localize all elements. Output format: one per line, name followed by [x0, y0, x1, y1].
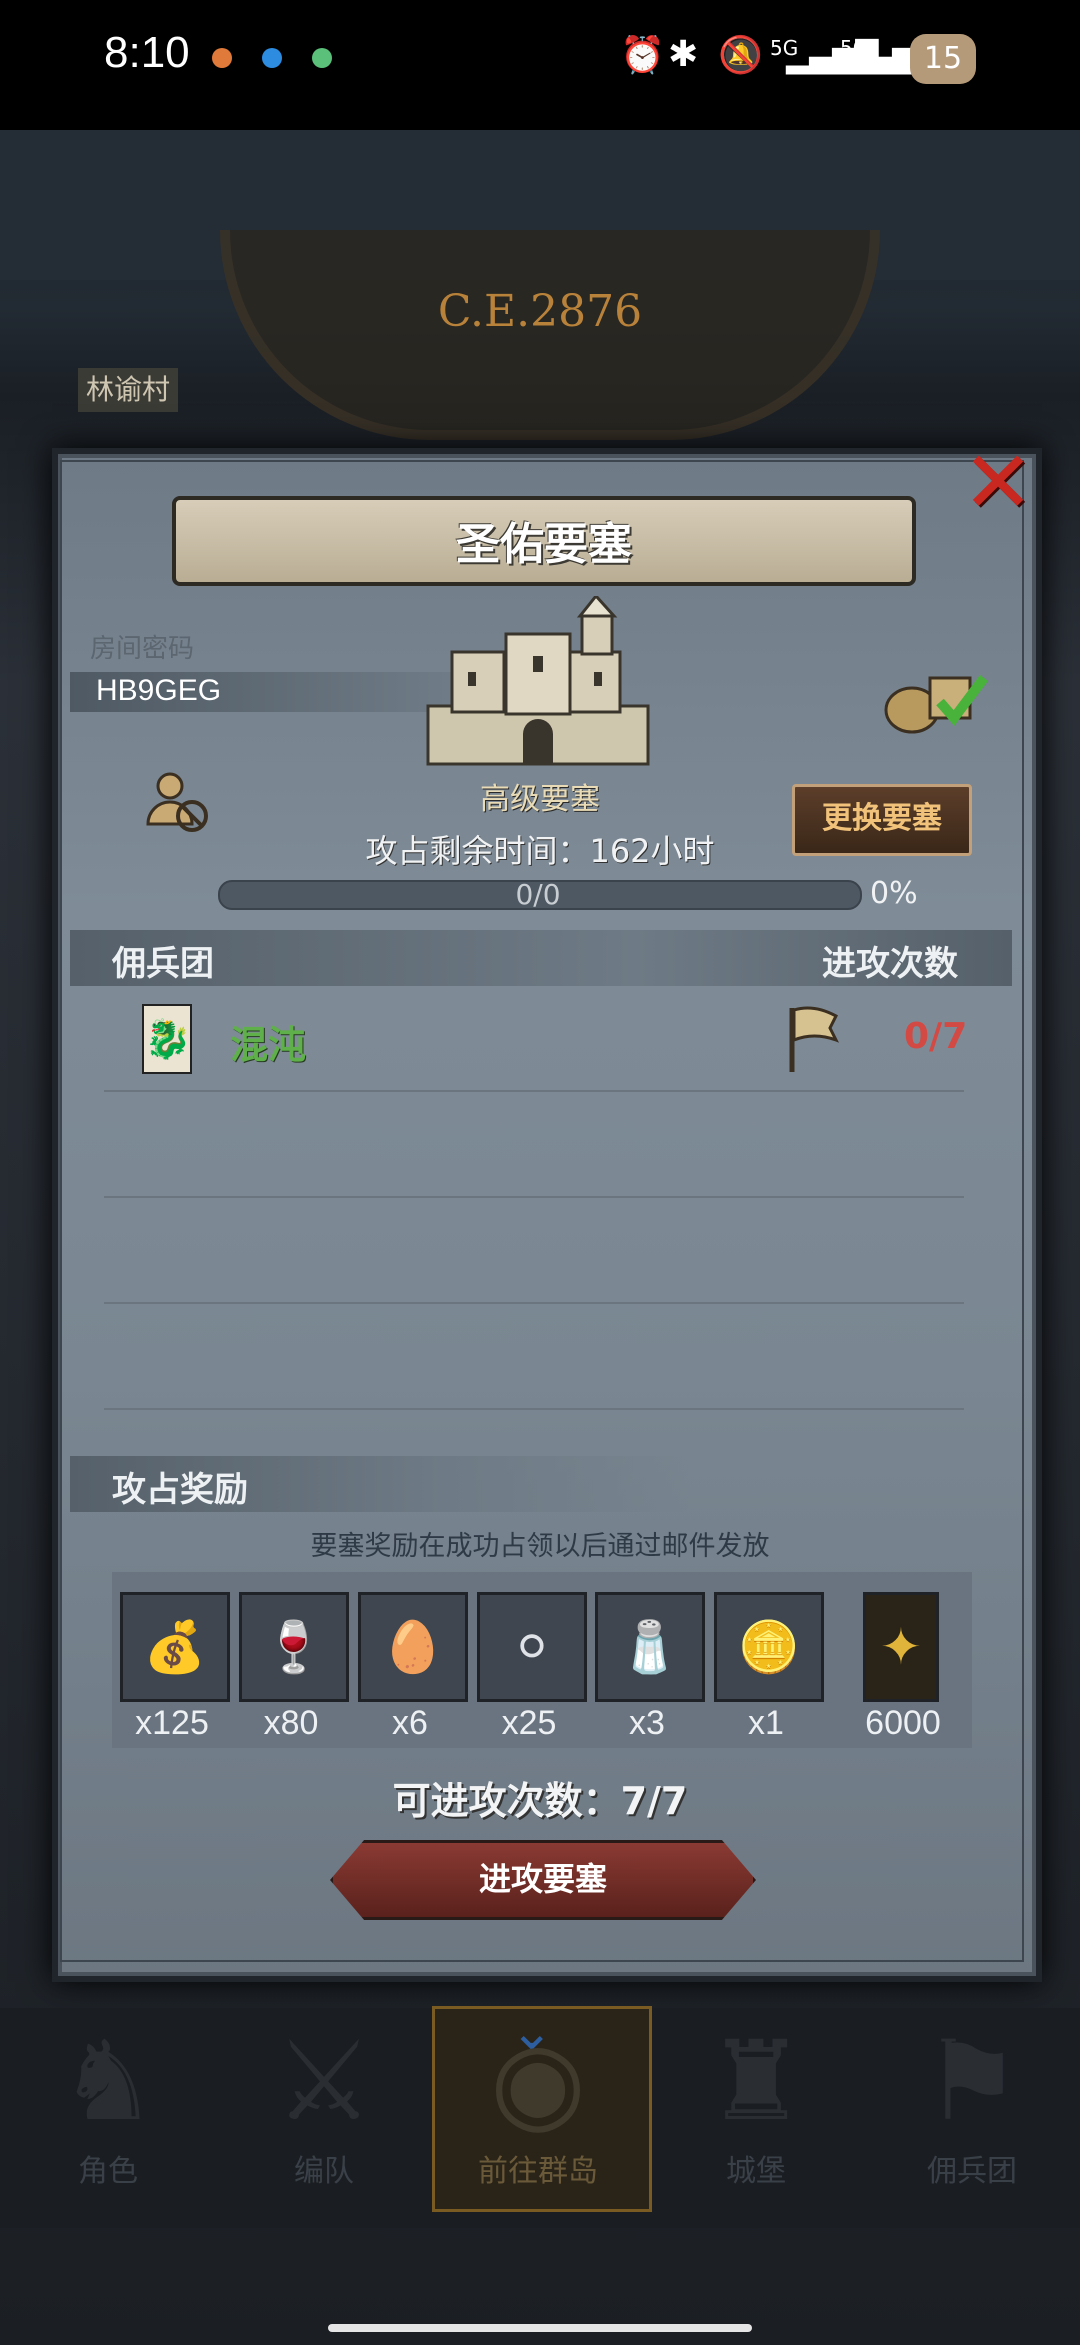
dialog-title: 圣佑要塞 — [456, 519, 632, 570]
stone-icon[interactable]: 🥚 — [358, 1592, 468, 1702]
progress-text: 0/0 — [515, 878, 561, 911]
guild-attack-count: 0/7 — [904, 1016, 968, 1057]
silver-orb-icon[interactable]: ⚪ — [477, 1592, 587, 1702]
row-divider — [104, 1302, 964, 1304]
notification-icon — [312, 48, 332, 68]
nav-label: 前往群岛 — [478, 2154, 598, 2189]
reward-quantity: x3 — [629, 1704, 665, 1742]
goblet-icon[interactable]: 🍷 — [239, 1592, 349, 1702]
attacks-remaining: 可进攻次数：7/7 — [392, 1779, 688, 1823]
village-label: 林谕村 — [78, 368, 178, 412]
castle-icon — [426, 596, 650, 766]
nav-label: 角色 — [78, 2154, 138, 2189]
row-divider — [104, 1196, 964, 1198]
rewards-title: 攻占奖励 — [112, 1470, 248, 1510]
nav-label: 佣兵团 — [927, 2154, 1017, 2189]
sack-icon[interactable]: 💰 — [120, 1592, 230, 1702]
battery-indicator: 15 — [910, 34, 976, 84]
change-fortress-button[interactable]: 更换要塞 — [792, 784, 972, 856]
mute-icon: 🔕 — [718, 35, 763, 76]
time-remaining: 攻占剩余时间：162小时 — [365, 832, 715, 870]
powder-icon[interactable]: 🧂 — [595, 1592, 705, 1702]
nav-mercenary-icon: ⚑ — [922, 2017, 1022, 2145]
progress-percent: 0% — [870, 876, 918, 911]
nav-castle[interactable]: ♜ 城堡 — [656, 2016, 856, 2216]
nav-label: 城堡 — [726, 2154, 786, 2189]
notification-icon — [212, 48, 232, 68]
rewards-note: 要塞奖励在成功占领以后通过邮件发放 — [310, 1531, 770, 1562]
reward-quantity: x125 — [135, 1704, 209, 1742]
rank-badge-icon[interactable]: ✦ — [863, 1592, 939, 1702]
column-attacks: 进攻次数 — [822, 944, 958, 984]
home-indicator[interactable] — [328, 2324, 752, 2332]
reward-quantity: x80 — [263, 1704, 319, 1742]
helmet-coin-icon[interactable]: 🪙 — [714, 1592, 824, 1702]
guild-emblem-icon: 🐉 — [142, 1004, 192, 1074]
guild-name[interactable]: 混沌 — [230, 1014, 306, 1069]
attack-fortress-button[interactable]: 进攻要塞 — [330, 1840, 756, 1920]
nav-role-icon: ♞ — [58, 2017, 158, 2145]
nav-label: 编队 — [294, 2154, 354, 2189]
nav-castle-icon: ♜ — [706, 2017, 806, 2145]
row-divider — [104, 1408, 964, 1410]
column-mercenary: 佣兵团 — [112, 944, 214, 984]
row-divider — [104, 1090, 964, 1092]
nav-islands[interactable]: ◉ 前往群岛 — [438, 2016, 638, 2216]
era-label: C.E.2876 — [437, 286, 643, 337]
notification-icon — [262, 48, 282, 68]
room-password-value: HB9GEG — [96, 674, 222, 707]
nav-mercenary[interactable]: ⚑ 佣兵团 — [872, 2016, 1072, 2216]
reward-quantity: x25 — [501, 1704, 557, 1742]
nav-islands-icon: ◉ — [490, 2017, 586, 2145]
bluetooth-icon: ✱ — [668, 34, 699, 75]
flag-icon — [789, 1006, 840, 1072]
reward-quantity: x6 — [392, 1704, 428, 1742]
close-button[interactable]: ✕ — [960, 440, 1036, 526]
fortress-grade: 高级要塞 — [480, 782, 600, 817]
nav-team-icon: ⚔ — [274, 2017, 374, 2145]
reward-quantity: 6000 — [865, 1704, 941, 1742]
alarm-icon: ⏰ — [620, 35, 665, 76]
nav-team[interactable]: ⚔ 编队 — [224, 2016, 424, 2216]
nav-role[interactable]: ♞ 角色 — [8, 2016, 208, 2216]
loot-claimed-icon — [884, 675, 988, 734]
user-blocked-icon[interactable] — [144, 768, 214, 838]
room-password-label: 房间密码 — [90, 634, 195, 664]
status-time: 8:10 — [104, 28, 190, 77]
reward-quantity: x1 — [748, 1704, 784, 1742]
